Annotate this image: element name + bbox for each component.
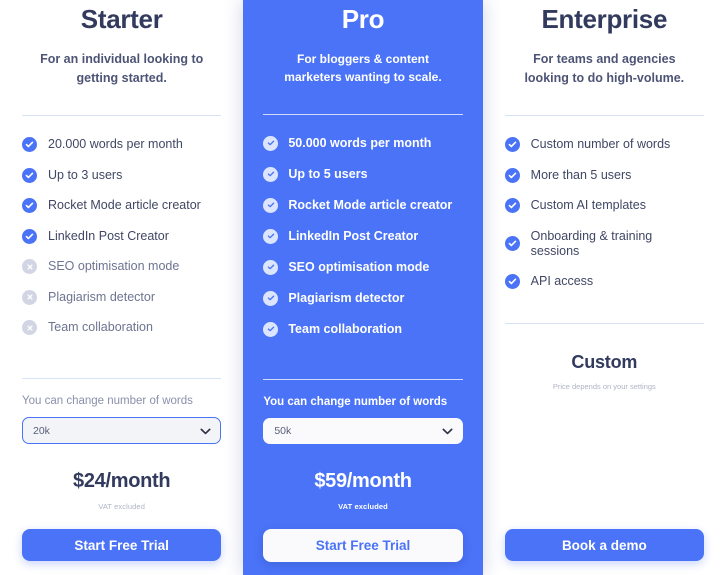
- check-circle-icon: [263, 321, 279, 337]
- divider-top-pro: [263, 113, 463, 115]
- feature-label: SEO optimisation mode: [48, 259, 180, 274]
- feature-item: Plagiarism detector: [263, 290, 462, 306]
- feature-label: More than 5 users: [530, 167, 632, 182]
- plan-description-enterprise: For teams and agencies looking to do hig…: [524, 51, 685, 85]
- feature-label: Custom number of words: [530, 137, 671, 152]
- feature-item: 50.000 words per month: [263, 135, 462, 151]
- divider-mid-starter: [22, 378, 222, 380]
- feature-label: Up to 3 users: [48, 167, 123, 182]
- feature-label: Rocket Mode article creator: [288, 197, 453, 212]
- words-select-wrapper: 20k: [22, 417, 222, 444]
- check-circle-icon: [22, 137, 37, 153]
- feature-label: Team collaboration: [48, 320, 153, 335]
- feature-item: More than 5 users: [504, 167, 704, 183]
- feature-list-pro: 50.000 words per month Up to 5 users Roc…: [263, 135, 462, 353]
- plan-title-starter: Starter: [80, 4, 163, 34]
- feature-list-enterprise: Custom number of words More than 5 users…: [504, 137, 704, 305]
- plan-description-starter: For an individual looking to getting sta…: [40, 51, 204, 85]
- feature-list-starter: 20.000 words per month Up to 3 users Roc…: [22, 137, 221, 351]
- feature-item: SEO optimisation mode: [22, 259, 221, 275]
- feature-label: SEO optimisation mode: [288, 259, 430, 274]
- plan-title-pro: Pro: [341, 4, 385, 34]
- feature-item: LinkedIn Post Creator: [22, 228, 221, 244]
- divider-top-starter: [22, 115, 222, 117]
- feature-item: Onboarding & training sessions: [504, 228, 704, 259]
- plan-price-enterprise: Custom: [571, 351, 638, 372]
- words-selector-label: You can change number of words: [263, 396, 448, 409]
- plan-title-enterprise: Enterprise: [541, 4, 668, 34]
- pricing-card-enterprise: Enterprise For teams and agencies lookin…: [482, 0, 726, 575]
- check-circle-icon: [22, 167, 37, 183]
- feature-item: Up to 5 users: [263, 166, 462, 182]
- pricing-plans-row: Starter For an individual looking to get…: [0, 0, 726, 575]
- feature-item: 20.000 words per month: [22, 137, 221, 153]
- x-circle-icon: [22, 259, 37, 275]
- feature-item: Team collaboration: [22, 320, 221, 336]
- check-circle-icon: [22, 198, 37, 214]
- feature-label: Custom AI templates: [530, 198, 646, 213]
- plan-price-starter: $24/month: [73, 470, 171, 492]
- plan-description-pro: For bloggers & content marketers wanting…: [284, 51, 442, 85]
- check-circle-icon: [263, 259, 279, 275]
- custom-price-block-enterprise: Custom Price depends on your settings: [504, 305, 704, 392]
- feature-label: LinkedIn Post Creator: [288, 228, 419, 243]
- layout-spacer: [505, 391, 704, 511]
- start-free-trial-button-pro[interactable]: Start Free Trial: [263, 529, 463, 562]
- check-circle-icon: [504, 198, 520, 214]
- words-select-pro[interactable]: 50k: [263, 418, 463, 444]
- feature-label: 20.000 words per month: [48, 137, 183, 152]
- pricing-card-starter: Starter For an individual looking to get…: [0, 0, 244, 575]
- check-circle-icon: [22, 228, 37, 244]
- book-a-demo-button-enterprise[interactable]: Book a demo: [504, 529, 704, 561]
- words-selector-block-pro: You can change number of words 50k: [263, 361, 463, 444]
- vat-note-pro: VAT excluded: [338, 502, 388, 511]
- feature-label: Plagiarism detector: [48, 289, 155, 304]
- feature-item: Plagiarism detector: [22, 289, 221, 305]
- feature-item: Custom number of words: [504, 137, 704, 153]
- words-selector-label: You can change number of words: [22, 395, 193, 408]
- check-circle-icon: [504, 167, 520, 183]
- feature-item: Rocket Mode article creator: [22, 198, 221, 214]
- price-area-pro: $59/month VAT excluded: [263, 469, 462, 511]
- price-area-starter: $24/month VAT excluded: [22, 469, 221, 511]
- feature-item: SEO optimisation mode: [263, 259, 462, 275]
- check-circle-icon: [504, 274, 520, 290]
- feature-item: Rocket Mode article creator: [263, 197, 462, 213]
- feature-item: Custom AI templates: [504, 198, 704, 214]
- words-selector-block-starter: You can change number of words 20k: [22, 360, 222, 444]
- check-circle-icon: [504, 137, 520, 153]
- feature-label: Rocket Mode article creator: [48, 198, 201, 213]
- pricing-card-pro: Pro For bloggers & content marketers wan…: [243, 0, 483, 575]
- check-circle-icon: [504, 236, 520, 252]
- x-circle-icon: [22, 320, 37, 336]
- feature-item: LinkedIn Post Creator: [263, 228, 462, 244]
- divider-mid-pro: [263, 379, 463, 381]
- feature-label: Up to 5 users: [288, 166, 368, 181]
- vat-note-starter: VAT excluded: [98, 502, 145, 511]
- check-circle-icon: [263, 228, 279, 244]
- x-circle-icon: [22, 289, 37, 305]
- check-circle-icon: [263, 197, 279, 213]
- start-free-trial-button-starter[interactable]: Start Free Trial: [22, 529, 222, 561]
- plan-price-pro: $59/month: [314, 470, 412, 492]
- divider-top-enterprise: [504, 115, 704, 117]
- check-circle-icon: [263, 166, 279, 182]
- check-circle-icon: [263, 135, 279, 151]
- feature-label: Plagiarism detector: [288, 290, 405, 305]
- feature-item: Team collaboration: [263, 321, 462, 337]
- feature-label: Team collaboration: [288, 321, 403, 336]
- price-note-enterprise: Price depends on your settings: [552, 382, 656, 392]
- feature-label: API access: [530, 274, 594, 289]
- check-circle-icon: [263, 290, 279, 306]
- feature-item: API access: [504, 274, 704, 290]
- feature-label: LinkedIn Post Creator: [48, 228, 169, 243]
- feature-label: Onboarding & training sessions: [530, 228, 653, 258]
- words-select-wrapper: 50k: [263, 418, 463, 444]
- words-select-starter[interactable]: 20k: [22, 417, 222, 444]
- feature-label: 50.000 words per month: [288, 135, 432, 150]
- feature-item: Up to 3 users: [22, 167, 221, 183]
